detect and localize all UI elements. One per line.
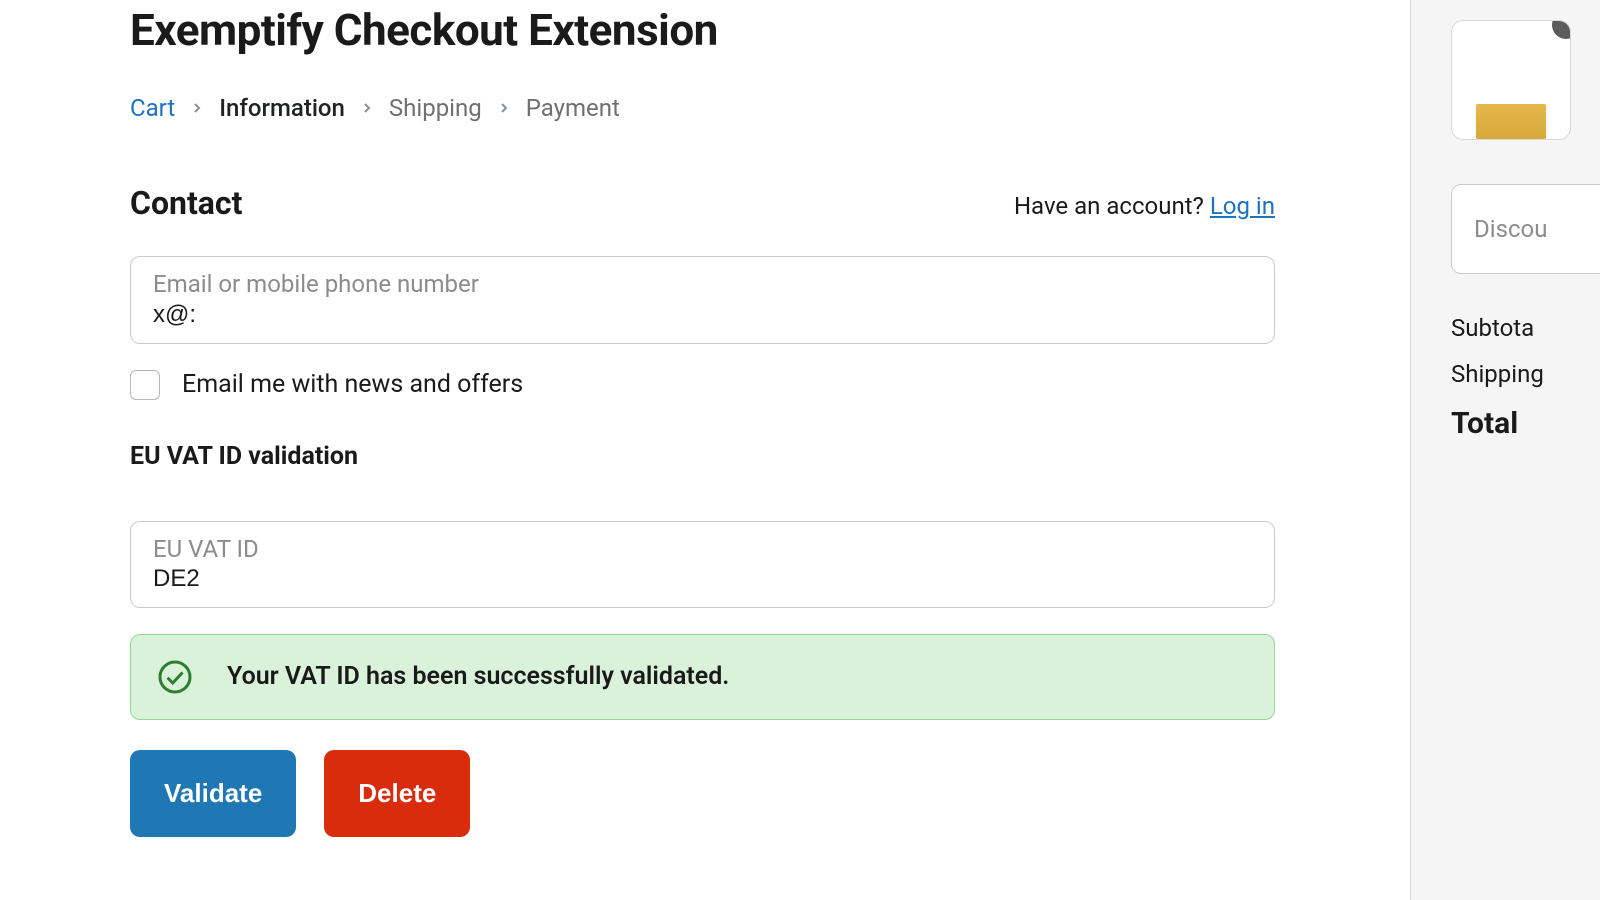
breadcrumb-cart[interactable]: Cart <box>130 94 175 122</box>
email-field[interactable] <box>153 301 1252 329</box>
newsletter-checkbox[interactable] <box>130 370 160 400</box>
total-label: Total <box>1451 406 1600 441</box>
chevron-right-icon <box>189 100 205 116</box>
newsletter-label: Email me with news and offers <box>182 370 523 399</box>
breadcrumb-shipping[interactable]: Shipping <box>389 94 482 122</box>
email-field-wrapper[interactable]: Email or mobile phone number <box>130 256 1275 343</box>
product-thumbnail[interactable] <box>1451 20 1571 140</box>
check-circle-icon <box>157 659 193 695</box>
vat-field-wrapper[interactable]: EU VAT ID <box>130 521 1275 608</box>
delete-button[interactable]: Delete <box>324 750 470 837</box>
vat-success-banner: Your VAT ID has been successfully valida… <box>130 634 1275 720</box>
product-image <box>1476 104 1546 139</box>
chevron-right-icon <box>359 100 375 116</box>
chevron-right-icon <box>496 100 512 116</box>
login-link[interactable]: Log in <box>1210 192 1275 220</box>
page-title: Exemptify Checkout Extension <box>130 6 1410 54</box>
email-field-label: Email or mobile phone number <box>153 269 1252 300</box>
subtotal-label: Subtota <box>1451 314 1600 342</box>
breadcrumb-payment[interactable]: Payment <box>526 94 620 122</box>
vat-field[interactable] <box>153 565 1252 593</box>
breadcrumb: Cart Information Shipping Payment <box>130 94 1410 122</box>
vat-field-label: EU VAT ID <box>153 534 1252 565</box>
vat-heading: EU VAT ID validation <box>130 442 1410 471</box>
contact-heading: Contact <box>130 184 242 222</box>
order-summary-sidebar: Discou Subtota Shipping Total <box>1410 0 1600 900</box>
discount-code-field[interactable]: Discou <box>1451 184 1600 274</box>
shipping-label: Shipping <box>1451 360 1600 388</box>
quantity-badge <box>1552 20 1571 39</box>
account-prompt: Have an account? Log in <box>1014 192 1275 220</box>
breadcrumb-information: Information <box>219 94 345 122</box>
validate-button[interactable]: Validate <box>130 750 296 837</box>
vat-success-text: Your VAT ID has been successfully valida… <box>227 662 729 691</box>
account-prompt-text: Have an account? <box>1014 192 1204 220</box>
